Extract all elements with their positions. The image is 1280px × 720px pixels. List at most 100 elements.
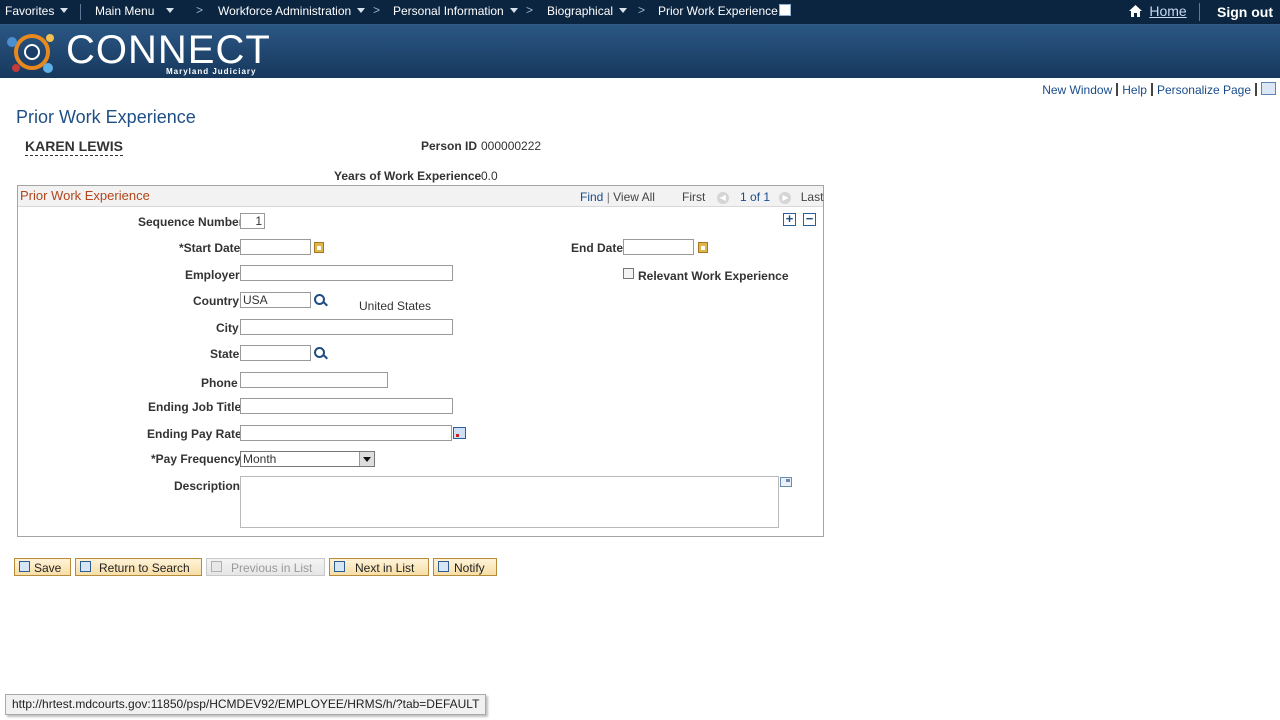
end-date-field[interactable] bbox=[623, 239, 694, 255]
favorites-menu[interactable]: Favorites bbox=[5, 4, 69, 18]
start-date-field[interactable] bbox=[240, 239, 311, 255]
previous-row-icon[interactable]: ◀ bbox=[716, 192, 729, 204]
chevron-down-icon bbox=[60, 8, 69, 13]
breadcrumb-label: Personal Information bbox=[393, 4, 504, 18]
first-label: First bbox=[682, 190, 706, 204]
city-field[interactable] bbox=[240, 319, 453, 335]
phone-label: Phone bbox=[201, 376, 238, 390]
save-button[interactable]: Save bbox=[14, 558, 71, 576]
currency-calculator-icon[interactable] bbox=[453, 427, 466, 439]
country-description: United States bbox=[359, 299, 432, 313]
view-all-link[interactable]: View All bbox=[613, 190, 655, 204]
previous-in-list-label: Previous in List bbox=[231, 561, 313, 575]
sequence-number-field[interactable]: 1 bbox=[240, 213, 265, 229]
employer-field[interactable] bbox=[240, 265, 453, 281]
breadcrumb-biographical[interactable]: Biographical bbox=[547, 4, 628, 18]
nav-divider bbox=[80, 4, 81, 20]
top-navigation-bar: Favorites Main Menu > Workforce Administ… bbox=[0, 0, 1280, 25]
status-bar-url: http://hrtest.mdcourts.gov:11850/psp/HCM… bbox=[5, 694, 487, 715]
return-to-search-button[interactable]: Return to Search bbox=[75, 558, 202, 576]
page-title: Prior Work Experience bbox=[16, 107, 196, 127]
pay-frequency-select[interactable]: Month bbox=[240, 451, 375, 467]
description-label: Description bbox=[174, 479, 241, 493]
next-in-list-label: Next in List bbox=[355, 561, 415, 575]
page-layout-icon[interactable] bbox=[1261, 82, 1276, 95]
person-id-value: 000000222 bbox=[481, 139, 542, 153]
city-label: City bbox=[216, 321, 239, 335]
breadcrumb-separator: > bbox=[526, 3, 534, 17]
group-header: Prior Work Experience Find | View All Fi… bbox=[18, 186, 823, 207]
chevron-down-icon bbox=[509, 8, 518, 13]
breadcrumb-workforce-administration[interactable]: Workforce Administration bbox=[218, 4, 366, 18]
home-label: Home bbox=[1149, 3, 1187, 19]
return-to-search-icon bbox=[80, 561, 91, 572]
state-lookup-icon[interactable] bbox=[314, 347, 327, 360]
next-in-list-button[interactable]: Next in List bbox=[329, 558, 429, 576]
breadcrumb-personal-information[interactable]: Personal Information bbox=[393, 4, 518, 18]
country-field[interactable]: USA bbox=[240, 292, 311, 308]
state-label: State bbox=[210, 347, 240, 361]
personalize-page-link[interactable]: Personalize Page bbox=[1157, 83, 1251, 97]
pay-frequency-label: *Pay Frequency bbox=[151, 452, 242, 466]
breadcrumb-label: Biographical bbox=[547, 4, 614, 18]
save-button-label: Save bbox=[34, 561, 62, 575]
description-textarea[interactable] bbox=[240, 476, 779, 528]
ending-pay-rate-field[interactable] bbox=[240, 425, 452, 441]
nav-divider bbox=[1199, 3, 1200, 21]
breadcrumb-label: Prior Work Experience bbox=[658, 4, 778, 18]
dropdown-arrow-icon[interactable] bbox=[359, 452, 374, 466]
page-search-icon[interactable] bbox=[778, 4, 791, 16]
previous-in-list-button[interactable]: Previous in List bbox=[206, 558, 325, 576]
expand-textarea-icon[interactable] bbox=[780, 477, 792, 487]
notify-button[interactable]: Notify bbox=[433, 558, 497, 576]
breadcrumb-separator: > bbox=[638, 3, 646, 17]
add-row-button[interactable]: + bbox=[783, 212, 796, 226]
connect-logo-icon bbox=[7, 34, 54, 73]
delete-row-button[interactable]: − bbox=[803, 212, 816, 226]
return-to-search-label: Return to Search bbox=[99, 561, 190, 575]
main-menu[interactable]: Main Menu bbox=[95, 4, 175, 18]
phone-field[interactable] bbox=[240, 372, 388, 388]
employer-label: Employer bbox=[185, 268, 240, 282]
ending-job-title-field[interactable] bbox=[240, 398, 453, 414]
calendar-icon[interactable] bbox=[314, 242, 324, 253]
country-lookup-icon[interactable] bbox=[314, 294, 327, 307]
favorites-label: Favorites bbox=[5, 4, 55, 18]
ending-pay-rate-label: Ending Pay Rate bbox=[147, 427, 242, 441]
state-field[interactable] bbox=[240, 345, 311, 361]
previous-in-list-icon bbox=[211, 561, 222, 572]
relevant-work-experience-checkbox[interactable] bbox=[623, 268, 634, 279]
breadcrumb-separator: > bbox=[373, 3, 381, 17]
chevron-down-icon bbox=[166, 8, 175, 13]
person-id-label: Person ID bbox=[421, 139, 478, 153]
calendar-icon[interactable] bbox=[698, 242, 708, 253]
breadcrumb-prior-work-experience[interactable]: Prior Work Experience bbox=[658, 4, 791, 18]
chevron-down-icon bbox=[357, 8, 366, 13]
main-menu-label: Main Menu bbox=[95, 4, 155, 18]
find-link[interactable]: Find bbox=[580, 190, 603, 204]
group-paging: First ◀ 1 of 1 ▶ Last bbox=[682, 190, 823, 204]
link-divider bbox=[1150, 83, 1153, 96]
row-position: 1 of 1 bbox=[740, 190, 771, 204]
save-icon bbox=[19, 561, 30, 572]
ending-job-title-label: Ending Job Title bbox=[148, 400, 242, 414]
group-title: Prior Work Experience bbox=[20, 188, 150, 203]
sign-out-link[interactable]: Sign out bbox=[1217, 4, 1273, 20]
country-label: Country bbox=[193, 294, 239, 308]
next-in-list-icon bbox=[334, 561, 345, 572]
last-label: Last bbox=[800, 190, 824, 204]
years-experience-value: 0.0 bbox=[481, 169, 498, 183]
page-utility-links: New Window Help Personalize Page bbox=[1042, 82, 1280, 97]
breadcrumb-label: Workforce Administration bbox=[218, 4, 352, 18]
home-link[interactable]: Home bbox=[1128, 3, 1187, 19]
logo-subtitle: Maryland Judiciary bbox=[166, 67, 257, 76]
pay-frequency-value: Month bbox=[243, 452, 277, 466]
sequence-number-label: Sequence Number bbox=[138, 215, 244, 229]
employee-name[interactable]: KAREN LEWIS bbox=[25, 138, 123, 156]
link-divider bbox=[1116, 83, 1119, 96]
end-date-label: End Date bbox=[571, 241, 624, 255]
help-link[interactable]: Help bbox=[1122, 83, 1147, 97]
next-row-icon[interactable]: ▶ bbox=[779, 192, 792, 204]
new-window-link[interactable]: New Window bbox=[1042, 83, 1112, 97]
group-navigation: Find | View All bbox=[580, 190, 655, 204]
